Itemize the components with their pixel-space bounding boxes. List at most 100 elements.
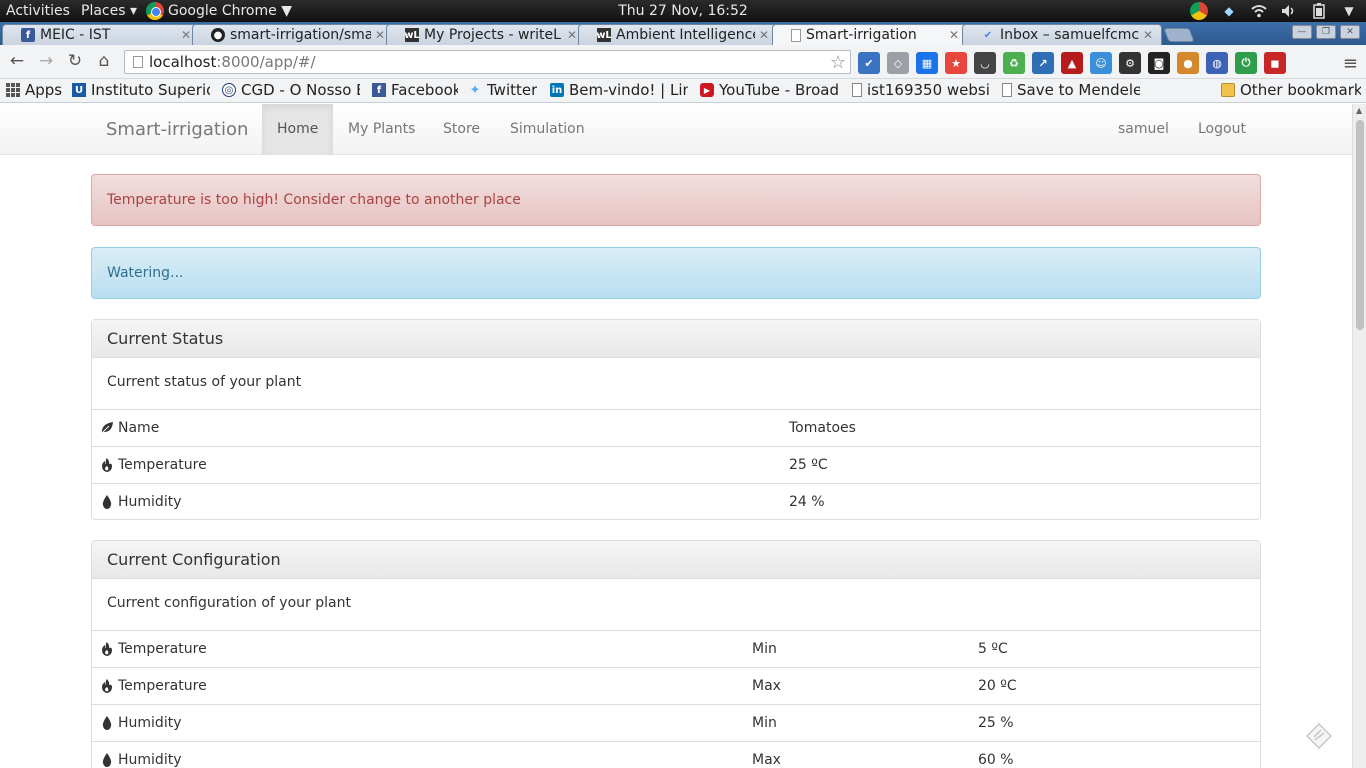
extension-recycle-icon[interactable]: ♻ — [1003, 52, 1025, 74]
row-label-text: Humidity — [118, 715, 182, 731]
chrome-tray-icon[interactable] — [1190, 2, 1208, 20]
page-scrollbar[interactable]: ▲ — [1352, 104, 1366, 768]
github-icon: ● — [211, 28, 225, 42]
other-bookmarks[interactable]: Other bookmarks — [1221, 81, 1361, 99]
tab-label: Smart-irrigation — [806, 27, 917, 43]
tab-meic-ist[interactable]: f MEIC - IST ✕ — [2, 24, 200, 45]
table-row: Temperature Max 20 ºC — [92, 667, 1260, 704]
bookmark-facebook[interactable]: f Facebook — [372, 81, 458, 99]
facebook-icon: f — [372, 83, 386, 97]
nav-logout[interactable]: Logout — [1183, 104, 1261, 155]
battery-icon[interactable] — [1310, 2, 1328, 20]
row-label: Temperature — [100, 641, 207, 657]
mendeley-icon[interactable]: ▲ — [1061, 52, 1083, 74]
tab-writelatex-projects[interactable]: wL My Projects - writeL ✕ — [386, 24, 586, 45]
close-icon[interactable]: ✕ — [759, 28, 769, 42]
pocket-icon[interactable]: ◡ — [974, 52, 996, 74]
writelatex-icon: wL — [596, 28, 612, 42]
close-window-icon[interactable]: ✕ — [1340, 25, 1360, 39]
page-icon — [1002, 83, 1012, 97]
folder-icon — [1221, 83, 1235, 97]
nav-simulation[interactable]: Simulation — [495, 104, 600, 155]
scrollbar-thumb[interactable] — [1356, 120, 1364, 330]
settings-gear-icon[interactable]: ⚙ — [1119, 52, 1141, 74]
volume-icon[interactable] — [1280, 2, 1298, 20]
floating-widget-icon[interactable] — [1305, 722, 1333, 750]
page-icon — [852, 83, 862, 97]
extension-power-icon[interactable]: ⏻ — [1235, 52, 1257, 74]
maximize-icon[interactable]: ❐ — [1316, 25, 1336, 39]
bookmark-save-to-mendeley[interactable]: Save to Mendeley — [1002, 81, 1140, 99]
bookmark-label: YouTube - Broadc — [719, 81, 838, 99]
home-icon[interactable]: ⌂ — [94, 51, 114, 71]
drop-icon — [100, 495, 114, 509]
row-value: 20 ºC — [978, 678, 1017, 694]
page-viewport: Smart-irrigation Home My Plants Store Si… — [0, 104, 1352, 768]
close-icon[interactable]: ✕ — [1143, 28, 1153, 42]
bookmark-ist-website[interactable]: ist169350 websi — [852, 81, 990, 99]
ghostery-icon[interactable]: ☺ — [1090, 52, 1112, 74]
nav-my-plants[interactable]: My Plants — [333, 104, 430, 155]
brand-link[interactable]: Smart-irrigation — [106, 119, 248, 140]
row-label-text: Name — [118, 420, 160, 436]
row-label-text: Temperature — [118, 641, 207, 657]
bookmark-star-icon[interactable]: ☆ — [830, 52, 846, 73]
close-icon[interactable]: ✕ — [949, 28, 959, 42]
bookmark-label: ist169350 websi — [867, 81, 990, 99]
scroll-up-arrow-icon[interactable]: ▲ — [1356, 106, 1362, 115]
row-label-text: Temperature — [118, 457, 207, 473]
nav-store[interactable]: Store — [428, 104, 495, 155]
new-tab-button[interactable] — [1163, 28, 1195, 42]
nav-home[interactable]: Home — [262, 104, 334, 155]
tab-github[interactable]: ● smart-irrigation/sma ✕ — [192, 24, 394, 45]
wifi-icon[interactable] — [1250, 2, 1268, 20]
user-menu-chevron-icon[interactable]: ▼ — [1340, 2, 1358, 20]
extension-off-icon[interactable]: ◼ — [1264, 52, 1286, 74]
current-configuration-panel: Current Configuration Current configurat… — [91, 540, 1261, 768]
cookie-icon[interactable]: ● — [1177, 52, 1199, 74]
close-icon[interactable]: ✕ — [181, 28, 191, 42]
table-row: Humidity Min 25 % — [92, 704, 1260, 741]
url-path: :8000/app/#/ — [216, 53, 316, 71]
bookmark-cgd[interactable]: ◎ CGD - O Nosso B — [222, 81, 360, 99]
tab-ambient-intelligence[interactable]: wL Ambient Intelligence ✕ — [578, 24, 778, 45]
bookmark-twitter[interactable]: ✦ Twitter — [468, 81, 540, 99]
incognito-mask-icon[interactable]: ◙ — [1148, 52, 1170, 74]
row-value: 5 ºC — [978, 641, 1008, 657]
dropbox-tray-icon[interactable]: ◆ — [1220, 2, 1238, 20]
row-bound: Min — [752, 641, 777, 657]
extension-tag-icon[interactable]: ◇ — [887, 52, 909, 74]
facebook-icon: f — [21, 28, 35, 42]
bookmark-youtube[interactable]: ▶ YouTube - Broadc — [700, 81, 838, 99]
chrome-menu-icon[interactable]: ≡ — [1343, 53, 1358, 74]
row-bound: Max — [752, 752, 781, 768]
globe-icon[interactable]: ◍ — [1206, 52, 1228, 74]
extension-arrow-icon[interactable]: ↗ — [1032, 52, 1054, 74]
row-value: 24 % — [789, 494, 825, 510]
browser-toolbar: ← → ↻ ⌂ localhost:8000/app/#/ ☆ ✔ ◇ ▦ ★ … — [0, 45, 1366, 79]
places-menu[interactable]: Places ▾ — [81, 3, 137, 19]
row-label-text: Humidity — [118, 752, 182, 768]
tab-label: Inbox – samuelfcmc@ — [1000, 27, 1139, 43]
app-menu-chrome[interactable]: Google Chrome ▼ — [146, 2, 292, 20]
bookmark-ist[interactable]: U Instituto Superior — [72, 81, 210, 99]
tab-inbox[interactable]: ✔ Inbox – samuelfcmc@ ✕ — [962, 24, 1162, 45]
extension-bookmark-icon[interactable]: ★ — [945, 52, 967, 74]
close-icon[interactable]: ✕ — [375, 28, 385, 42]
extension-todo-icon[interactable]: ✔ — [858, 52, 880, 74]
nav-user[interactable]: samuel — [1103, 104, 1184, 155]
bookmark-apps[interactable]: Apps — [6, 81, 66, 99]
panel-subtitle: Current status of your plant — [107, 374, 302, 390]
back-arrow-icon[interactable]: ← — [7, 51, 27, 71]
forward-arrow-icon[interactable]: → — [36, 51, 56, 71]
close-icon[interactable]: ✕ — [567, 28, 577, 42]
minimize-icon[interactable]: — — [1292, 25, 1312, 39]
reload-icon[interactable]: ↻ — [65, 51, 85, 71]
linkedin-icon: in — [550, 83, 564, 97]
extension-calendar-icon[interactable]: ▦ — [916, 52, 938, 74]
bookmark-linkedin[interactable]: in Bem-vindo! | Link — [550, 81, 688, 99]
activities-button[interactable]: Activities — [6, 3, 70, 19]
watering-alert: Watering... — [91, 247, 1261, 299]
tab-smart-irrigation[interactable]: Smart-irrigation ✕ — [772, 24, 968, 45]
address-bar[interactable]: localhost:8000/app/#/ ☆ — [124, 50, 851, 74]
